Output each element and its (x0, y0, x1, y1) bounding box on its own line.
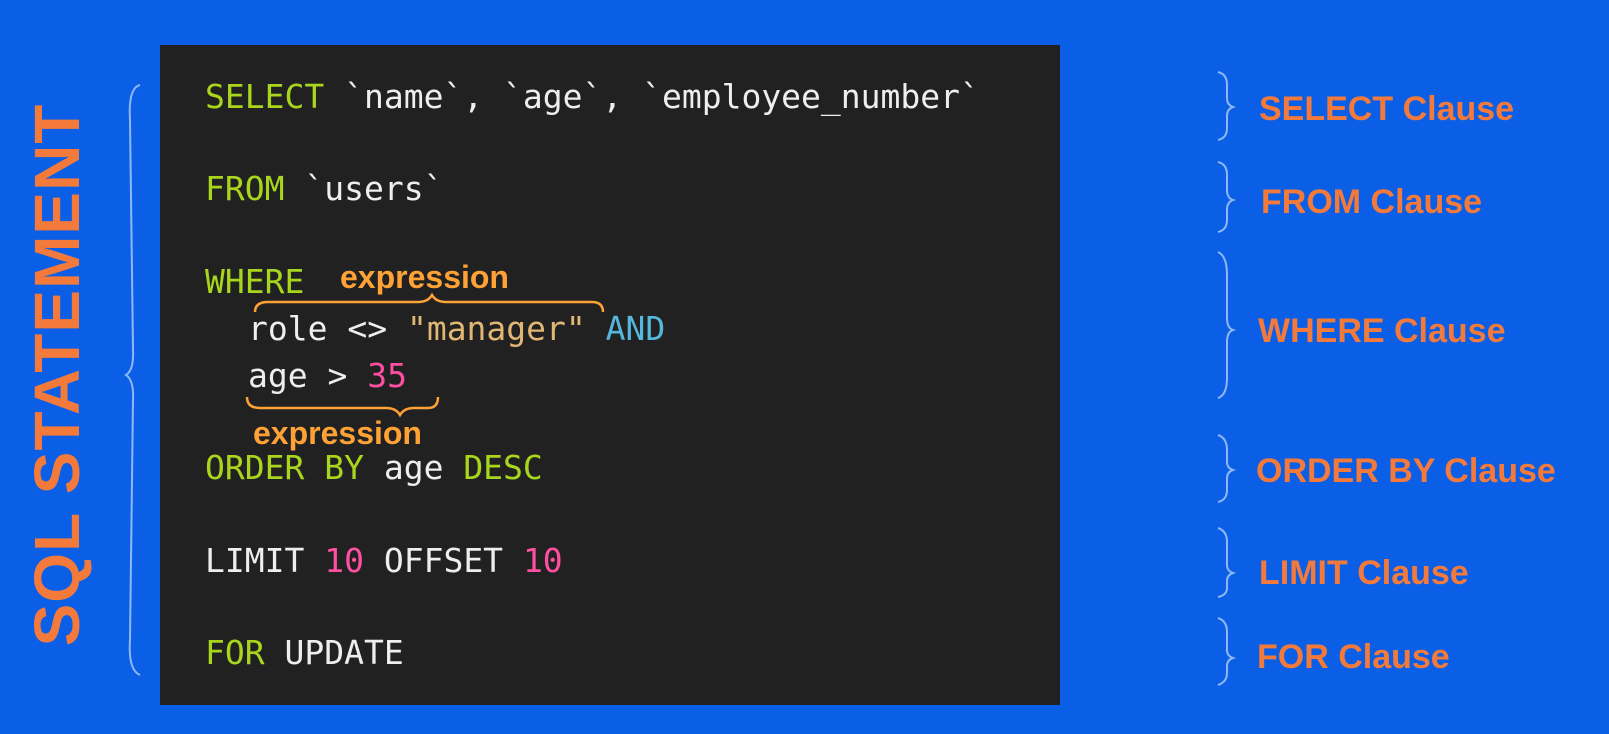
expression-label-top: expression (340, 259, 509, 295)
for-brace (1217, 617, 1237, 686)
order-by-clause-label: ORDER BY Clause (1256, 452, 1556, 490)
for-line: FOR UPDATE (205, 636, 404, 669)
order-by-direction: DESC (463, 448, 543, 487)
for-mode: UPDATE (284, 633, 404, 672)
order-by-brace (1217, 434, 1237, 503)
expression-label-bottom: expression (253, 415, 422, 451)
where-keyword: WHERE (205, 262, 305, 301)
where-line: WHERE (205, 265, 304, 298)
from-clause-label: FROM Clause (1261, 183, 1483, 221)
cond2-value: 35 (367, 356, 407, 395)
cond1-left: role <> (248, 309, 407, 348)
sql-statement-title: SQL STATEMENT (21, 103, 93, 647)
for-clause-label: FOR Clause (1257, 638, 1450, 676)
offset-keyword: OFFSET (383, 541, 504, 580)
order-by-line: ORDER BY age DESC (205, 451, 543, 484)
select-clause-label: SELECT Clause (1259, 90, 1515, 128)
select-keyword: SELECT (205, 77, 325, 116)
select-line: SELECT `name`, `age`, `employee_number` (205, 80, 980, 113)
limit-keyword: LIMIT (205, 541, 305, 580)
from-keyword: FROM (205, 169, 285, 208)
order-by-column: age (383, 448, 444, 487)
limit-brace (1217, 527, 1237, 598)
where-condition-1: role <> "manager" AND (248, 312, 665, 345)
cond1-value: "manager" (406, 309, 586, 348)
cond2-left: age > (248, 356, 368, 395)
select-brace (1217, 71, 1237, 141)
from-table: `users` (304, 169, 444, 208)
select-columns: `name`, `age`, `employee_number` (344, 77, 980, 116)
from-line: FROM `users` (205, 172, 443, 205)
where-condition-2: age > 35 (248, 359, 407, 392)
where-brace (1217, 251, 1237, 399)
offset-value: 10 (522, 541, 563, 580)
statement-brace (124, 84, 141, 676)
limit-count: 10 (324, 541, 364, 580)
limit-line: LIMIT 10 OFFSET 10 (205, 544, 563, 577)
order-by-keyword: ORDER BY (205, 448, 364, 487)
where-clause-label: WHERE Clause (1258, 312, 1506, 350)
for-keyword: FOR (205, 633, 265, 672)
from-brace (1217, 161, 1237, 233)
limit-clause-label: LIMIT Clause (1259, 554, 1469, 592)
cond1-logic: AND (605, 309, 666, 348)
